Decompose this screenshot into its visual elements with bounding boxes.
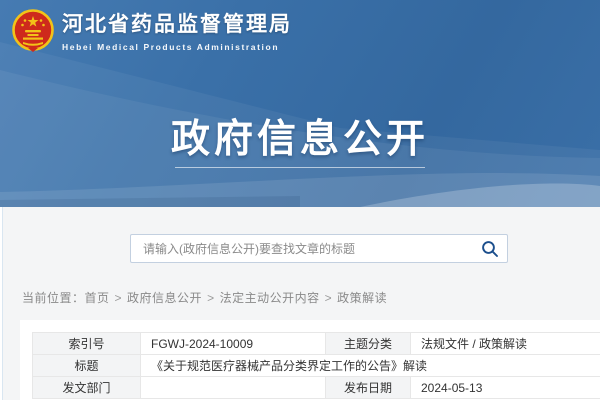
breadcrumb-label: 当前位置： (22, 291, 85, 305)
breadcrumb-separator: > (325, 291, 333, 305)
breadcrumb: 当前位置：首页 > 政府信息公开 > 法定主动公开内容 > 政策解读 (22, 289, 387, 306)
issuing-department-value (141, 377, 326, 399)
issuing-department-label: 发文部门 (33, 377, 141, 399)
search-icon (481, 240, 499, 258)
site-name-english: Hebei Medical Products Administration (62, 42, 292, 52)
doc-title-label: 标题 (33, 355, 141, 377)
document-meta-table: 索引号 FGWJ-2024-10009 主题分类 法规文件 / 政策解读 标题 … (32, 332, 600, 399)
doc-title-value: 《关于规范医疗器械产品分类界定工作的公告》解读 (141, 355, 600, 377)
breadcrumb-item-gov-info[interactable]: 政府信息公开 (127, 291, 202, 305)
breadcrumb-separator: > (207, 291, 215, 305)
search-button[interactable] (473, 235, 507, 262)
publish-date-label: 发布日期 (326, 377, 411, 399)
table-row: 标题 《关于规范医疗器械产品分类界定工作的公告》解读 (33, 355, 600, 377)
breadcrumb-item-policy-interpretation[interactable]: 政策解读 (337, 291, 387, 305)
document-card: 索引号 FGWJ-2024-10009 主题分类 法规文件 / 政策解读 标题 … (20, 320, 600, 400)
breadcrumb-separator: > (115, 291, 123, 305)
topic-category-value: 法规文件 / 政策解读 (411, 333, 600, 355)
title-underline (175, 167, 425, 168)
topic-category-label: 主题分类 (326, 333, 411, 355)
national-emblem-icon (12, 8, 54, 60)
site-name: 河北省药品监督管理局 (62, 12, 292, 38)
index-number-value: FGWJ-2024-10009 (141, 333, 326, 355)
page-title: 政府信息公开 (0, 108, 600, 164)
breadcrumb-item-statutory-disclosure[interactable]: 法定主动公开内容 (220, 291, 320, 305)
search-box (130, 234, 508, 263)
content-section: 当前位置：首页 > 政府信息公开 > 法定主动公开内容 > 政策解读 索引号 FGWJ-20… (0, 207, 600, 400)
site-header: 河北省药品监督管理局 Hebei Medical Products Admini… (12, 8, 292, 60)
page-left-gutter (0, 207, 3, 400)
index-number-label: 索引号 (33, 333, 141, 355)
top-banner: 河北省药品监督管理局 Hebei Medical Products Admini… (0, 0, 600, 207)
publish-date-value: 2024-05-13 (411, 377, 600, 399)
search-input[interactable] (131, 242, 473, 256)
table-row: 索引号 FGWJ-2024-10009 主题分类 法规文件 / 政策解读 (33, 333, 600, 355)
table-row: 发文部门 发布日期 2024-05-13 (33, 377, 600, 399)
breadcrumb-item-home[interactable]: 首页 (85, 291, 110, 305)
